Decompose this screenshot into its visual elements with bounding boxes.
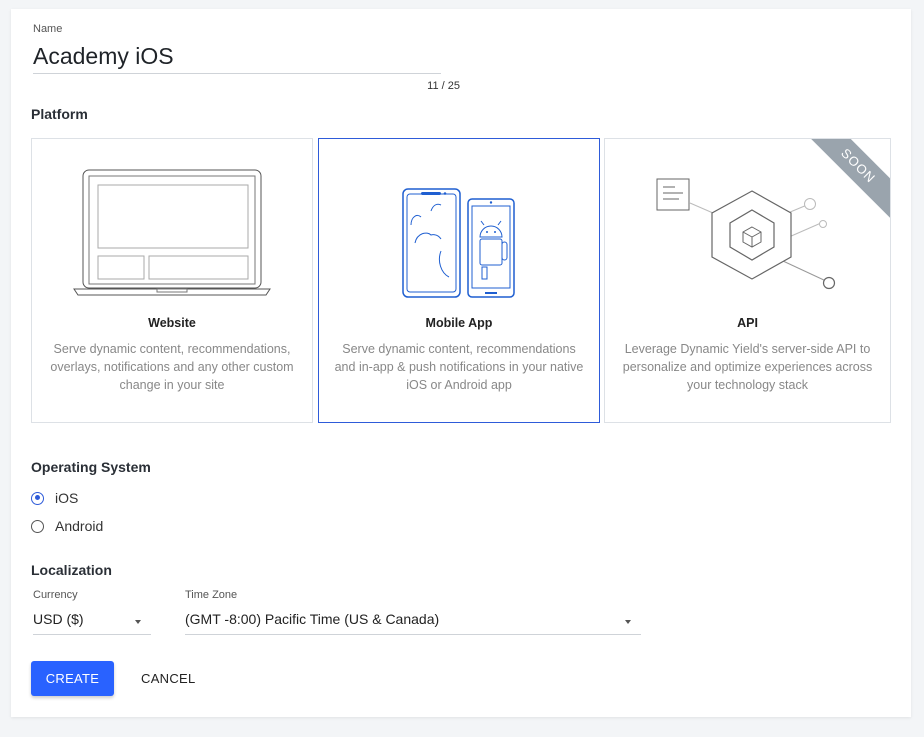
- card-title: API: [737, 316, 758, 330]
- currency-select[interactable]: USD ($): [33, 608, 151, 635]
- timezone-select[interactable]: (GMT -8:00) Pacific Time (US & Canada): [185, 608, 641, 635]
- platform-card-api[interactable]: SOON API Leverage Dynamic Yield's server…: [604, 138, 891, 423]
- api-hexagon-icon: [656, 178, 836, 290]
- cancel-button[interactable]: CANCEL: [129, 661, 208, 696]
- os-option-ios[interactable]: iOS: [31, 487, 78, 509]
- dropdown-caret-icon: [625, 620, 631, 624]
- card-description: Leverage Dynamic Yield's server-side API…: [622, 342, 873, 392]
- mobile-phones-icon: [402, 188, 515, 298]
- os-option-android[interactable]: Android: [31, 515, 103, 537]
- radio-checked-icon[interactable]: [31, 491, 44, 505]
- create-app-form: Name 11 / 25 Platform Website Serve dyna…: [11, 9, 911, 717]
- card-description: Serve dynamic content, recommendations a…: [334, 342, 584, 392]
- timezone-value: (GMT -8:00) Pacific Time (US & Canada): [185, 611, 440, 627]
- card-title: Mobile App: [425, 316, 493, 330]
- card-title: Website: [148, 316, 196, 330]
- name-label: Name: [33, 23, 63, 35]
- platform-title: Platform: [31, 106, 88, 122]
- dropdown-caret-icon: [135, 620, 141, 624]
- name-input[interactable]: [33, 39, 441, 74]
- create-button[interactable]: CREATE: [31, 661, 114, 696]
- name-char-counter: 11 / 25: [427, 80, 460, 92]
- radio-unchecked-icon[interactable]: [31, 519, 44, 533]
- timezone-label: Time Zone: [185, 589, 238, 601]
- laptop-icon: [73, 169, 271, 296]
- radio-label: Android: [55, 518, 104, 534]
- localization-title: Localization: [31, 562, 112, 578]
- platform-card-website[interactable]: Website Serve dynamic content, recommend…: [31, 138, 313, 423]
- radio-label: iOS: [55, 490, 79, 506]
- currency-value: USD ($): [33, 611, 84, 627]
- platform-card-mobile-app[interactable]: Mobile App Serve dynamic content, recomm…: [318, 138, 600, 423]
- operating-system-title: Operating System: [31, 459, 151, 475]
- currency-label: Currency: [33, 589, 78, 601]
- card-description: Serve dynamic content, recommendations, …: [50, 342, 294, 392]
